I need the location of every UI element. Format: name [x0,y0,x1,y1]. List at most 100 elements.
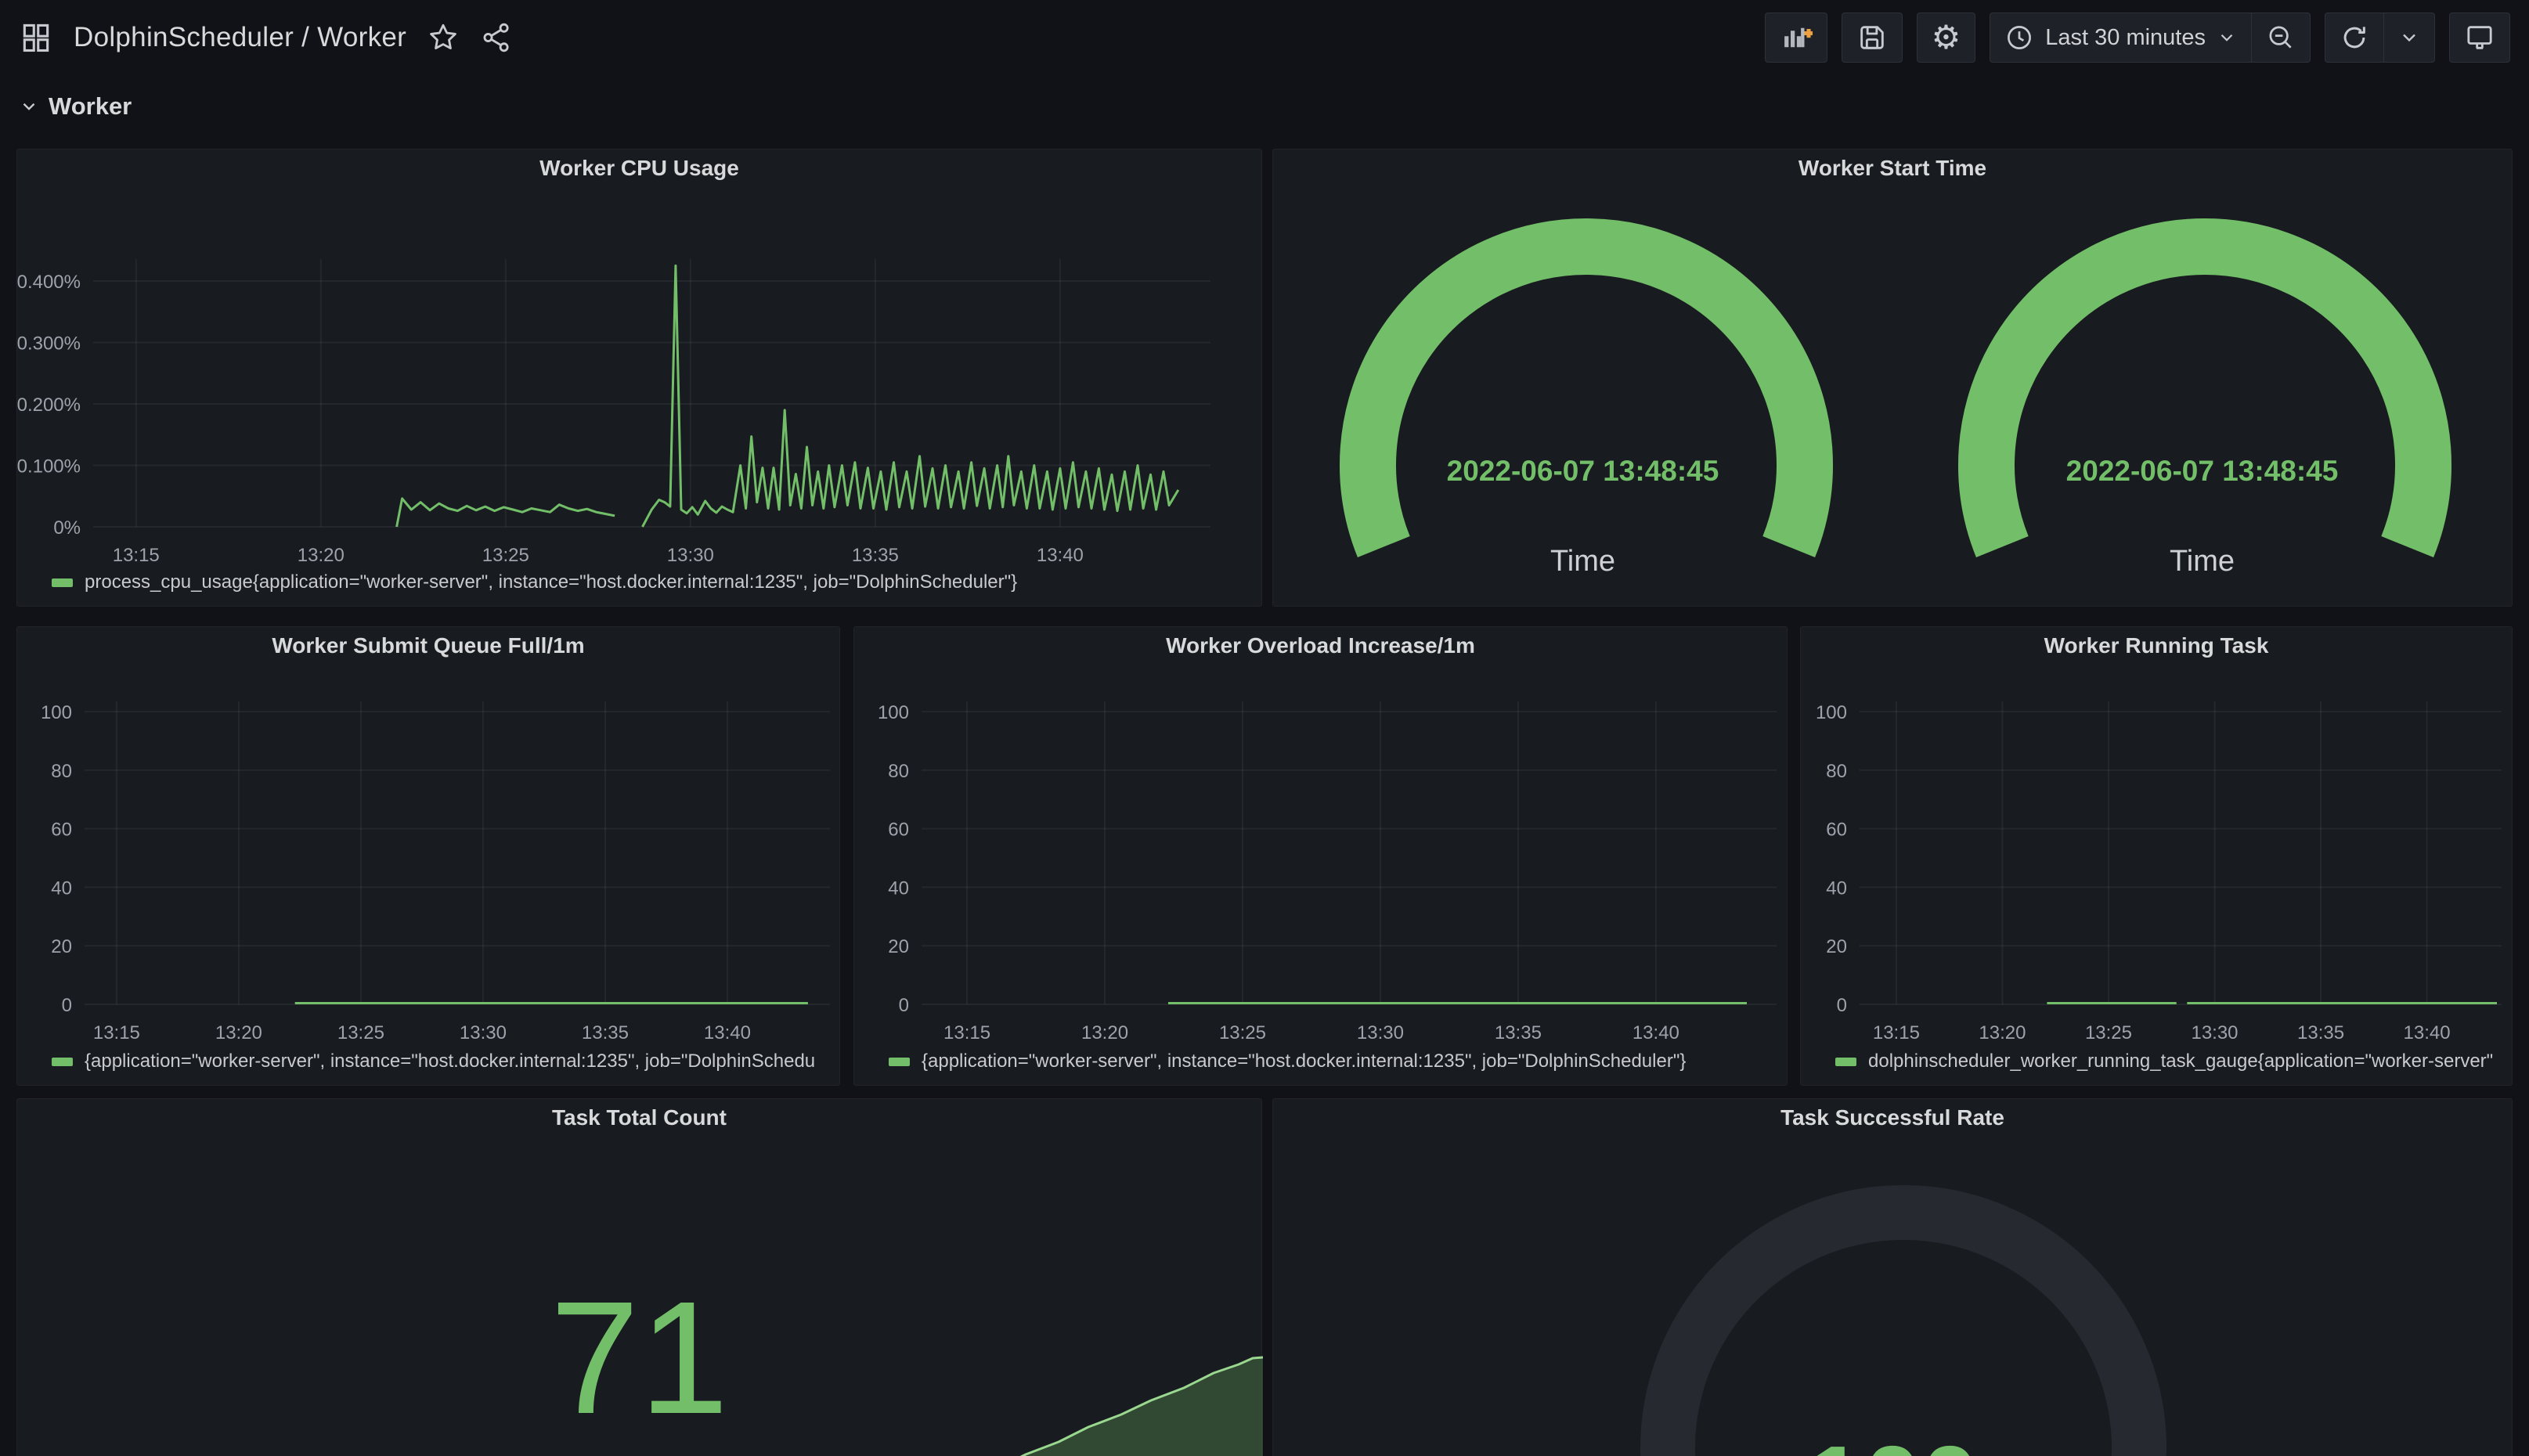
svg-text:13:40: 13:40 [704,1022,751,1043]
svg-text:13:15: 13:15 [1873,1022,1920,1043]
save-dashboard-button[interactable] [1842,13,1903,63]
zoom-out-time-button[interactable] [2251,13,2311,63]
tv-mode-button[interactable] [2449,13,2510,63]
svg-text:13:15: 13:15 [113,545,160,566]
chevron-down-icon [2217,27,2237,48]
stat-value[interactable]: 100 [1273,1431,2512,1456]
legend-color-chip [1835,1058,1856,1066]
search-minus-icon [2266,23,2296,52]
svg-text:13:40: 13:40 [1037,545,1084,566]
time-range-label: Last 30 minutes [2045,25,2206,51]
svg-text:100: 100 [878,702,909,723]
svg-text:60: 60 [1826,820,1847,841]
legend-color-chip [52,1058,73,1066]
monitor-icon [2464,22,2495,53]
legend-color-chip [52,578,73,587]
panel-worker-start-time: Worker Start Time 2022-06-07 13:48:45 Ti… [1272,149,2513,607]
svg-text:0.200%: 0.200% [17,395,81,416]
panel-worker-overload-increase: Worker Overload Increase/1m 13:1513:2013… [853,626,1788,1086]
svg-text:13:20: 13:20 [1081,1022,1128,1043]
svg-text:0.100%: 0.100% [17,456,81,478]
svg-text:0: 0 [62,995,72,1016]
svg-text:0.400%: 0.400% [17,272,81,293]
svg-text:13:15: 13:15 [943,1022,990,1043]
share-icon[interactable] [480,21,513,54]
chevron-down-icon [2398,27,2420,49]
svg-text:13:20: 13:20 [215,1022,262,1043]
svg-text:13:30: 13:30 [667,545,714,566]
svg-text:13:35: 13:35 [852,545,899,566]
chevron-down-icon [19,96,39,117]
gauge-label: Time [1892,545,2512,578]
panel-worker-running-task: Worker Running Task 13:1513:2013:2513:30… [1800,626,2513,1086]
dashboard-settings-button[interactable]: ⚙ [1917,13,1976,63]
nav-bar: DolphinScheduler / Worker [0,0,2529,75]
overload-chart[interactable]: 13:15 13:20 13:25 13:30 13:35 13:40 0 20 40 60 80 1… [854,627,1788,1087]
svg-text:40: 40 [51,878,72,899]
svg-text:0%: 0% [53,517,81,539]
time-range-group: Last 30 minutes [1990,13,2311,63]
svg-text:13:25: 13:25 [482,545,529,566]
gauge-worker-1: 2022-06-07 13:48:45 Time [1273,150,1892,606]
add-panel-button[interactable] [1765,13,1827,63]
svg-text:40: 40 [1826,878,1847,899]
legend-item[interactable]: process_cpu_usage{application="worker-se… [52,571,1250,593]
time-range-picker[interactable]: Last 30 minutes [1990,13,2251,63]
svg-text:100: 100 [41,702,72,723]
svg-text:20: 20 [1826,936,1847,957]
refresh-button[interactable] [2325,13,2383,63]
svg-text:13:25: 13:25 [337,1022,384,1043]
refresh-group [2325,13,2435,63]
gear-icon: ⚙ [1932,21,1961,54]
apps-grid-icon[interactable] [19,20,53,55]
gauge-value: 2022-06-07 13:48:45 [1273,455,1892,488]
panel-task-successful-rate: Task Successful Rate 100 [1272,1098,2513,1456]
svg-text:13:30: 13:30 [460,1022,507,1043]
svg-text:13:35: 13:35 [582,1022,629,1043]
svg-text:0: 0 [899,995,909,1016]
task-rate-gauge[interactable] [1273,1099,2513,1456]
svg-text:13:25: 13:25 [2085,1022,2132,1043]
refresh-icon [2340,23,2369,52]
svg-text:60: 60 [888,820,909,841]
svg-text:20: 20 [888,936,909,957]
panel-worker-submit-queue-full: Worker Submit Queue Full/1m 13:1513:2013… [16,626,840,1086]
svg-text:13:35: 13:35 [1495,1022,1542,1043]
row-title: Worker [49,92,132,121]
plus-icon [1804,29,1813,38]
svg-text:13:30: 13:30 [2191,1022,2238,1043]
refresh-interval-dropdown[interactable] [2383,13,2435,63]
running-task-chart[interactable]: 13:1513:2013:2513:3013:3513:400204060801… [1801,627,2513,1087]
svg-text:80: 80 [888,761,909,782]
svg-text:80: 80 [1826,761,1847,782]
svg-text:13:40: 13:40 [2404,1022,2451,1043]
svg-text:13:20: 13:20 [1979,1022,2026,1043]
svg-text:13:15: 13:15 [93,1022,140,1043]
legend-item[interactable]: {application="worker-server", instance="… [889,1051,1776,1072]
svg-text:0: 0 [1837,995,1847,1016]
breadcrumb[interactable]: DolphinScheduler / Worker [74,22,406,53]
svg-text:13:40: 13:40 [1632,1022,1679,1043]
submit-queue-chart[interactable]: 13:15 13:20 13:25 13:30 13:35 13:40 0 20 40 60 80 1… [17,627,841,1087]
svg-text:60: 60 [51,820,72,841]
legend-item[interactable]: {application="worker-server", instance="… [52,1051,828,1072]
svg-text:80: 80 [51,761,72,782]
svg-text:13:25: 13:25 [1219,1022,1266,1043]
row-toggle-worker[interactable]: Worker [19,85,132,128]
cpu-usage-chart[interactable]: 13:15 13:20 13:25 13:30 13:35 13:40 0% 0.100% 0.… [17,150,1263,607]
stat-value[interactable]: 71 [17,1278,1261,1438]
svg-text:13:20: 13:20 [298,545,345,566]
clock-icon [2004,23,2034,52]
gauge-worker-2: 2022-06-07 13:48:45 Time [1892,150,2512,606]
svg-text:13:30: 13:30 [1357,1022,1404,1043]
legend-color-chip [889,1058,910,1066]
gauge-label: Time [1273,545,1892,578]
svg-text:40: 40 [888,878,909,899]
legend-item[interactable]: dolphinscheduler_worker_running_task_gau… [1835,1051,2501,1072]
panel-worker-cpu-usage: Worker CPU Usage 13:1513:2013:2513:3013:… [16,149,1262,607]
svg-text:100: 100 [1816,702,1847,723]
svg-text:0.300%: 0.300% [17,333,81,355]
gauge-value: 2022-06-07 13:48:45 [1892,455,2512,488]
star-icon[interactable] [427,21,460,54]
svg-text:20: 20 [51,936,72,957]
